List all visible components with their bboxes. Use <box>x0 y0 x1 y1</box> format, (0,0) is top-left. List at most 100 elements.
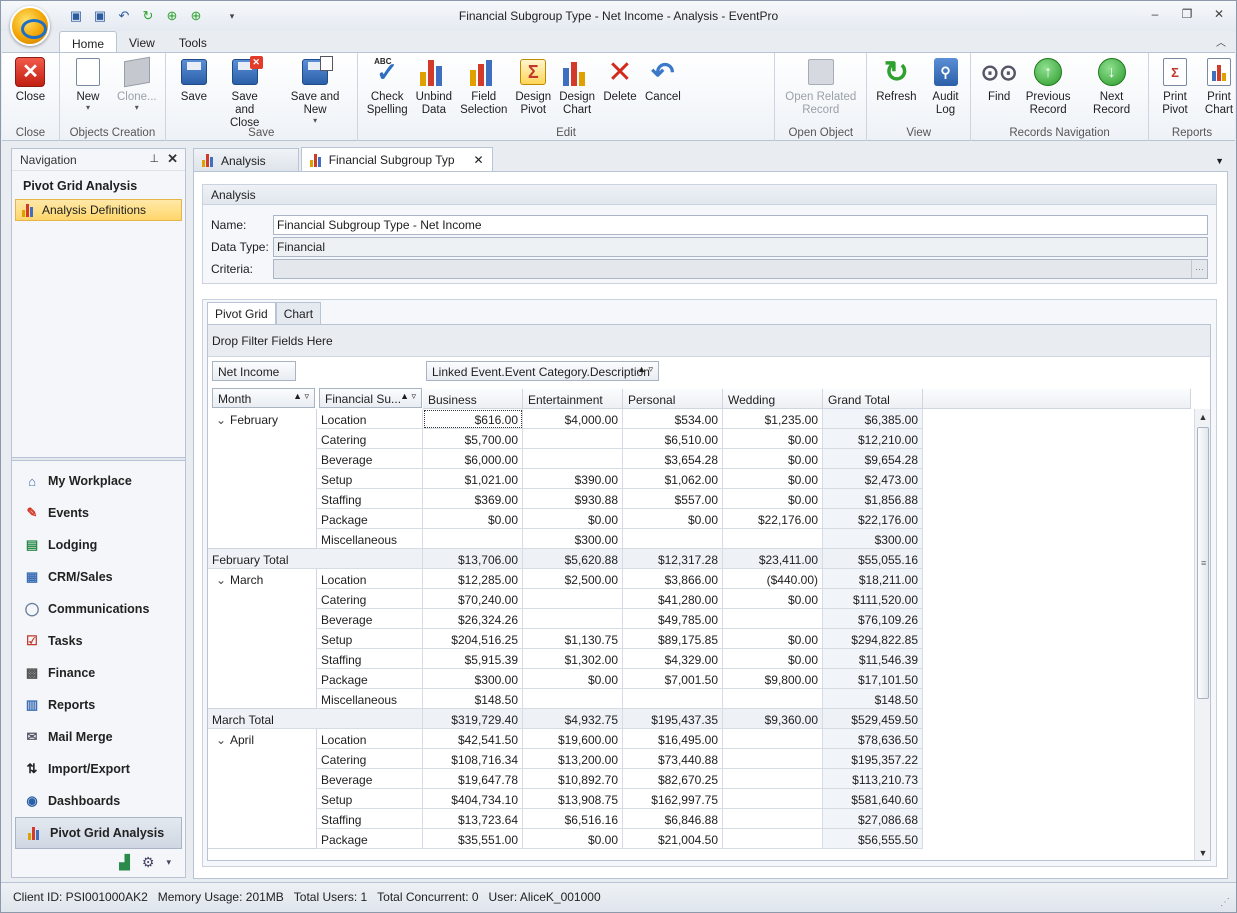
total-cell[interactable]: $12,317.28 <box>623 549 723 569</box>
subgroup-row-header[interactable]: Setup <box>317 789 423 809</box>
data-cell[interactable]: $16,495.00 <box>623 729 723 749</box>
subgroup-row-header[interactable]: Catering <box>317 749 423 769</box>
navigation-splitter[interactable] <box>12 457 185 461</box>
data-cell[interactable]: $1,856.88 <box>823 489 923 509</box>
data-cell[interactable]: $18,211.00 <box>823 569 923 589</box>
data-cell[interactable] <box>723 789 823 809</box>
vertical-scrollbar[interactable]: ▲ ≡ ▼ <box>1194 409 1210 860</box>
subgroup-row-header[interactable]: Beverage <box>317 769 423 789</box>
data-cell[interactable]: $0.00 <box>723 589 823 609</box>
data-cell[interactable] <box>723 829 823 849</box>
data-cell[interactable] <box>623 529 723 549</box>
settings-gear-icon[interactable]: ⚙ <box>142 854 155 871</box>
column-header[interactable]: Wedding <box>723 389 823 409</box>
data-cell[interactable]: $6,385.00 <box>823 409 923 429</box>
data-cell[interactable]: ($440.00) <box>723 569 823 589</box>
data-cell[interactable]: $204,516.25 <box>423 629 523 649</box>
tab-home[interactable]: Home <box>59 31 118 53</box>
subgroup-row-header[interactable]: Setup <box>317 469 423 489</box>
total-cell[interactable]: $319,729.40 <box>423 709 523 729</box>
data-cell[interactable]: $0.00 <box>723 449 823 469</box>
module-lodging[interactable]: ▤ Lodging <box>12 529 185 561</box>
data-cell[interactable]: $12,285.00 <box>423 569 523 589</box>
data-cell[interactable] <box>723 689 823 709</box>
data-cell[interactable]: $4,000.00 <box>523 409 623 429</box>
data-cell[interactable] <box>523 589 623 609</box>
minimize-icon[interactable]: – <box>1146 7 1164 23</box>
chart-shortcut-icon[interactable]: ▟ <box>119 854 130 871</box>
module-my-workplace[interactable]: ⌂ My Workplace <box>12 465 185 497</box>
data-cell[interactable]: $21,004.50 <box>623 829 723 849</box>
subgroup-row-header[interactable]: Staffing <box>317 649 423 669</box>
total-cell[interactable]: $9,360.00 <box>723 709 823 729</box>
subgroup-row-header[interactable]: Beverage <box>317 449 423 469</box>
data-cell[interactable] <box>723 749 823 769</box>
data-cell[interactable]: $534.00 <box>623 409 723 429</box>
data-cell[interactable] <box>723 609 823 629</box>
row-field-month[interactable]: Month ▲ ▿ <box>212 388 315 408</box>
data-cell[interactable]: $148.50 <box>423 689 523 709</box>
data-cell[interactable]: $0.00 <box>523 509 623 529</box>
data-cell[interactable]: $108,716.34 <box>423 749 523 769</box>
module-crm-sales[interactable]: ▦ CRM/Sales <box>12 561 185 593</box>
subgroup-row-header[interactable]: Package <box>317 669 423 689</box>
month-row-header[interactable]: ⌄ February <box>208 409 317 549</box>
restore-icon[interactable]: ❐ <box>1178 7 1196 23</box>
module-dashboards[interactable]: ◉ Dashboards <box>12 785 185 817</box>
subgroup-row-header[interactable]: Staffing <box>317 489 423 509</box>
subgroup-row-header[interactable]: Catering <box>317 589 423 609</box>
subgroup-row-header[interactable]: Miscellaneous <box>317 689 423 709</box>
data-cell[interactable]: $10,892.70 <box>523 769 623 789</box>
data-cell[interactable] <box>723 729 823 749</box>
subgroup-row-header[interactable]: Catering <box>317 429 423 449</box>
data-cell[interactable]: $76,109.26 <box>823 609 923 629</box>
data-cell[interactable] <box>523 609 623 629</box>
tab-view[interactable]: View <box>117 31 167 53</box>
name-input[interactable]: Financial Subgroup Type - Net Income <box>273 215 1208 235</box>
close-panel-icon[interactable]: ✕ <box>167 151 178 167</box>
data-cell[interactable]: $111,520.00 <box>823 589 923 609</box>
data-cell[interactable] <box>723 769 823 789</box>
subgroup-row-header[interactable]: Location <box>317 569 423 589</box>
data-cell[interactable]: $4,329.00 <box>623 649 723 669</box>
total-cell[interactable]: $195,437.35 <box>623 709 723 729</box>
doc-tab-analysis[interactable]: Analysis <box>193 148 299 172</box>
total-cell[interactable]: $4,932.75 <box>523 709 623 729</box>
data-cell[interactable] <box>623 689 723 709</box>
data-cell[interactable]: $162,997.75 <box>623 789 723 809</box>
module-mail-merge[interactable]: ✉ Mail Merge <box>12 721 185 753</box>
scroll-up-icon[interactable]: ▲ <box>1195 409 1210 425</box>
module-communications[interactable]: ◯ Communications <box>12 593 185 625</box>
data-cell[interactable]: $300.00 <box>523 529 623 549</box>
data-cell[interactable]: $13,200.00 <box>523 749 623 769</box>
subgroup-row-header[interactable]: Miscellaneous <box>317 529 423 549</box>
data-cell[interactable]: $6,000.00 <box>423 449 523 469</box>
collapse-ribbon-icon[interactable]: ︿ <box>1216 34 1226 49</box>
data-cell[interactable]: $78,636.50 <box>823 729 923 749</box>
data-cell[interactable]: $70,240.00 <box>423 589 523 609</box>
data-cell[interactable]: $0.00 <box>723 469 823 489</box>
total-cell[interactable]: $5,620.88 <box>523 549 623 569</box>
data-cell[interactable]: $0.00 <box>723 629 823 649</box>
month-row-header[interactable]: ⌄ April <box>208 729 317 849</box>
data-field-net-income[interactable]: Net Income <box>212 361 296 381</box>
tab-pivot-grid[interactable]: Pivot Grid <box>207 302 276 324</box>
data-cell[interactable]: $49,785.00 <box>623 609 723 629</box>
module-finance[interactable]: ▩ Finance <box>12 657 185 689</box>
data-cell[interactable]: $89,175.85 <box>623 629 723 649</box>
data-cell[interactable]: $2,500.00 <box>523 569 623 589</box>
data-cell[interactable]: $195,357.22 <box>823 749 923 769</box>
data-cell[interactable]: $1,062.00 <box>623 469 723 489</box>
data-cell[interactable]: $300.00 <box>423 669 523 689</box>
data-cell[interactable]: $5,915.39 <box>423 649 523 669</box>
data-cell[interactable]: $6,846.88 <box>623 809 723 829</box>
close-tab-icon[interactable]: ✕ <box>474 153 484 167</box>
doc-tab-financial-subgroup[interactable]: Financial Subgroup Typ ✕ <box>300 147 493 172</box>
data-cell[interactable]: $82,670.25 <box>623 769 723 789</box>
data-cell[interactable]: $1,021.00 <box>423 469 523 489</box>
module-tasks[interactable]: ☑ Tasks <box>12 625 185 657</box>
collapse-chevron-icon[interactable]: ⌄ <box>216 733 230 747</box>
data-cell[interactable]: $19,600.00 <box>523 729 623 749</box>
data-cell[interactable]: $0.00 <box>723 489 823 509</box>
data-cell[interactable]: $1,235.00 <box>723 409 823 429</box>
